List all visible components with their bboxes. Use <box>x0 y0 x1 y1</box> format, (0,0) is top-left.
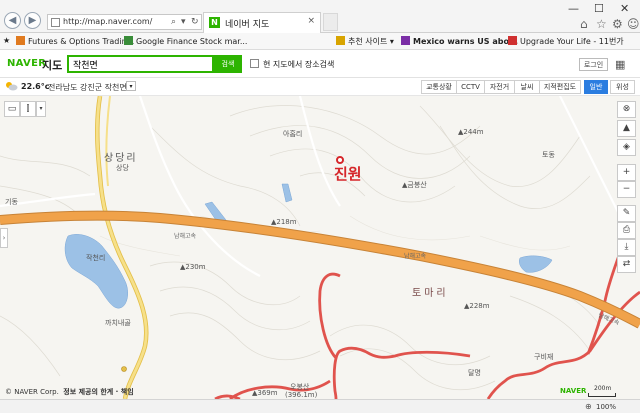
close-tab-icon[interactable]: × <box>307 16 315 26</box>
dropdown-icon[interactable]: ▾ <box>181 17 186 27</box>
address-text: http://map.naver.com/ <box>63 17 153 26</box>
temperature: 22.6°c <box>21 82 50 91</box>
bus-icon[interactable]: ▭ <box>4 101 20 117</box>
grid-menu-icon[interactable]: ▦ <box>615 58 625 71</box>
refresh-icon[interactable]: ↻ <box>191 17 199 27</box>
area-search-checkbox[interactable] <box>250 59 259 68</box>
naver-header: NAVER 지도 검색 현 지도에서 장소검색 로그인 ▦ <box>0 50 640 78</box>
zoom-icon[interactable]: ⊕ <box>585 402 592 411</box>
tab-label: 네이버 지도 <box>225 20 270 30</box>
favorite-item[interactable]: Upgrade Your Life - 11번가 <box>508 36 624 47</box>
forward-icon[interactable]: ▶ <box>24 12 41 29</box>
map-label: ▲369m <box>252 389 278 397</box>
zoom-in-icon[interactable]: + <box>617 164 636 181</box>
map-label: 토동 <box>542 151 555 159</box>
scale-bar <box>588 393 616 397</box>
search-input[interactable] <box>67 55 214 73</box>
disclaimer-link[interactable]: 정보 제공의 한계 · 책임 <box>63 388 133 396</box>
map-label: 구비재 <box>534 353 554 361</box>
favorite-item[interactable]: 추천 사이트 ▾ <box>336 36 394 47</box>
zoom-level[interactable]: 100% <box>596 403 616 411</box>
favorite-icon <box>336 36 345 45</box>
favorite-icon <box>401 36 410 45</box>
more-dropdown-icon[interactable]: ▾ <box>36 101 46 117</box>
layer-normal[interactable]: 일반 <box>584 80 608 94</box>
map-label: 상당 <box>116 164 129 172</box>
new-tab-button[interactable] <box>323 13 338 31</box>
map-label: 아홉리 <box>283 130 303 138</box>
scale-logo: NAVER <box>560 387 587 395</box>
compass-icon[interactable]: ◈ <box>617 139 636 156</box>
info-bar: 22.6°c 전라남도 강진군 작천면 ▾ 교통상황 CCTV 자전거 날씨 지… <box>0 78 640 96</box>
settings-icon[interactable]: ⚙ <box>612 17 623 31</box>
add-favorite-icon[interactable]: ★ <box>3 36 10 45</box>
naver-logo[interactable]: NAVER <box>7 58 46 69</box>
feedback-icon[interactable]: ☺ <box>627 17 640 31</box>
search-icon[interactable]: ⌕ <box>171 17 176 27</box>
scale-label: 200m <box>594 385 612 392</box>
favorite-item[interactable]: Futures & Options Tradin... <box>16 36 134 46</box>
maximize-icon[interactable]: ☐ <box>594 2 604 15</box>
map-canvas[interactable]: 아홉리 ▲244m 토동 ▲금봉산 상당 기동 ▲218m 작천리 ▲230m … <box>0 96 640 399</box>
highway-label: 남해고속 <box>174 233 197 240</box>
layer-weather[interactable]: 날씨 <box>514 80 540 94</box>
map-label: 달명 <box>468 369 481 377</box>
highway-label: 남해고속 <box>404 253 427 260</box>
map-label: ▲218m <box>271 218 297 226</box>
layer-cctv[interactable]: CCTV <box>456 80 485 94</box>
cloud-sun-icon <box>6 82 18 91</box>
map-label: 작천리 <box>86 254 106 262</box>
status-bar: ⊕ 100% <box>0 399 640 413</box>
copyright: © NAVER Corp. 정보 제공의 한계 · 책임 <box>5 388 134 396</box>
layer-satellite[interactable]: 위성 <box>610 80 635 94</box>
village-label: 상당리 <box>104 153 138 164</box>
map-label: 기동 <box>5 198 18 206</box>
measure-icon[interactable]: ✎ <box>617 205 636 222</box>
map-label: (396.1m) <box>285 391 318 399</box>
address-bar[interactable]: http://map.naver.com/ ⌕ ▾ ↻ <box>47 14 202 30</box>
back-icon[interactable]: ◀ <box>4 12 21 29</box>
favorite-icon <box>124 36 133 45</box>
login-button[interactable]: 로그인 <box>579 58 608 71</box>
expand-panel-icon[interactable]: › <box>0 228 8 248</box>
home-icon[interactable]: ⌂ <box>580 17 588 31</box>
favorite-icon <box>508 36 517 45</box>
naver-favicon: N <box>209 17 220 28</box>
browser-toolbar: ◀ ▶ http://map.naver.com/ ⌕ ▾ ↻ N 네이버 지도… <box>0 0 640 33</box>
layer-cadastral[interactable]: 지적편집도 <box>539 80 581 94</box>
map-label: ▲230m <box>180 263 206 271</box>
favorite-item[interactable]: Google Finance Stock mar... <box>124 36 247 46</box>
my-location-icon[interactable]: ⊗ <box>617 101 636 118</box>
search-button[interactable]: 검색 <box>214 55 242 73</box>
save-icon[interactable]: ⤓ <box>617 239 636 256</box>
tab-naver-map[interactable]: N 네이버 지도 × <box>203 12 321 33</box>
page-icon <box>51 18 60 27</box>
favorite-icon <box>16 36 25 45</box>
map-label: ▲228m <box>464 302 490 310</box>
location-dropdown-icon[interactable]: ▾ <box>126 81 136 91</box>
map-logo[interactable]: 지도 <box>42 57 62 73</box>
layer-bicycle[interactable]: 자전거 <box>484 80 515 94</box>
place-name[interactable]: 진원 <box>334 163 362 184</box>
map-label: 까치내골 <box>105 319 131 327</box>
map-label: ▲금봉산 <box>402 181 427 189</box>
minimize-icon[interactable]: — <box>568 2 579 15</box>
window-close-icon[interactable]: ✕ <box>620 2 629 15</box>
layer-traffic[interactable]: 교통상황 <box>421 80 457 94</box>
zoom-out-icon[interactable]: − <box>617 181 636 198</box>
map-controls: ⊗ ▲ ◈ + − ✎ ⎙ ⤓ ⇄ <box>617 101 637 273</box>
terrain-icon[interactable]: ▲ <box>617 120 636 137</box>
favorite-item[interactable]: Mexico warns US abo... <box>401 36 518 46</box>
print-icon[interactable]: ⎙ <box>617 222 636 239</box>
favorites-icon[interactable]: ☆ <box>596 17 607 31</box>
current-location: 전라남도 강진군 작천면 <box>48 83 127 92</box>
share-icon[interactable]: ⇄ <box>617 256 636 273</box>
village-label: 토마리 <box>412 288 449 299</box>
restaurant-icon[interactable]: ⫿ <box>20 101 36 117</box>
favorites-bar: ★ Futures & Options Tradin... Google Fin… <box>0 33 640 50</box>
area-search-label: 현 지도에서 장소검색 <box>263 60 335 69</box>
map-label: ▲244m <box>458 128 484 136</box>
